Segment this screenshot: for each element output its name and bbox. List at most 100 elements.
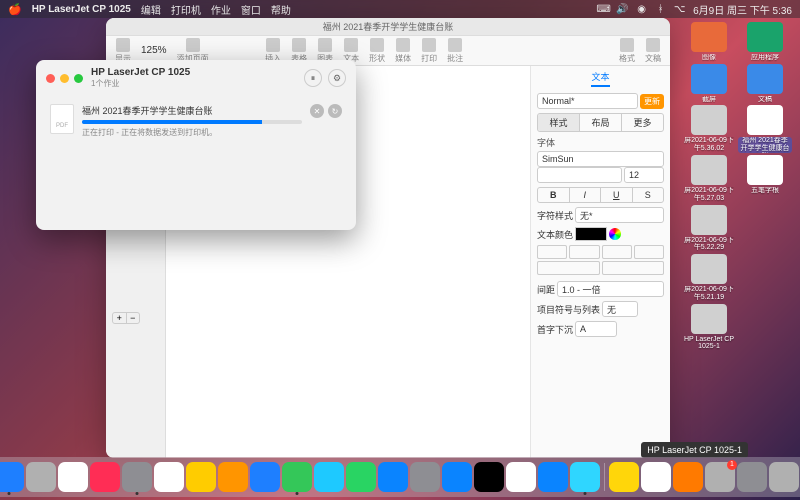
control-center-icon[interactable]: ⌥ xyxy=(674,4,685,15)
dock-app[interactable] xyxy=(410,462,440,492)
dock-app[interactable] xyxy=(609,462,639,492)
tab-more[interactable]: 更多 xyxy=(622,114,663,131)
tab-layout[interactable]: 布局 xyxy=(580,114,622,131)
job-cancel-button[interactable]: ✕ xyxy=(310,104,324,118)
dock-separator xyxy=(604,463,605,491)
file-icon xyxy=(747,22,783,52)
desktop-item[interactable]: 屏2021-06-09下午5.22.29 xyxy=(682,205,736,252)
desktop-item[interactable]: 屏2021-06-09下午5.21.19 xyxy=(682,254,736,301)
desktop-item[interactable]: 五笔字根 xyxy=(738,155,792,202)
dock-app[interactable] xyxy=(186,462,216,492)
app-name[interactable]: HP LaserJet CP 1025 xyxy=(32,4,131,15)
menu-window[interactable]: 窗口 xyxy=(241,2,261,17)
align-left[interactable] xyxy=(537,245,567,259)
bullets-select[interactable]: 无 xyxy=(602,301,638,317)
desktop-item[interactable]: HP LaserJet CP 1025-1 xyxy=(682,304,736,351)
dock-app[interactable] xyxy=(538,462,568,492)
dock-app[interactable] xyxy=(673,462,703,492)
dock-app[interactable] xyxy=(474,462,504,492)
insp-top-text[interactable]: 文本 xyxy=(591,70,609,87)
font-section-label: 字体 xyxy=(537,136,664,149)
dock-app[interactable] xyxy=(506,462,536,492)
file-label: HP LaserJet CP 1025-1 xyxy=(682,336,736,351)
dock-app[interactable] xyxy=(442,462,472,492)
desktop-item[interactable]: 文稿 xyxy=(738,64,792,104)
tab-style[interactable]: 样式 xyxy=(538,114,580,131)
underline-button[interactable]: U xyxy=(601,188,633,202)
tb-document[interactable]: 文稿 xyxy=(642,38,664,64)
menu-jobs[interactable]: 作业 xyxy=(211,2,231,17)
tb-shape[interactable]: 形状 xyxy=(366,38,388,64)
dock-app[interactable] xyxy=(0,462,24,492)
thumb-add-remove[interactable]: +− xyxy=(112,312,140,324)
desktop-item[interactable]: 截屏 xyxy=(682,64,736,104)
dock-app[interactable] xyxy=(314,462,344,492)
dock-app[interactable] xyxy=(378,462,408,492)
outdent[interactable] xyxy=(537,261,600,275)
dock-app[interactable] xyxy=(26,462,56,492)
dock-app[interactable] xyxy=(122,462,152,492)
file-icon xyxy=(747,64,783,94)
printer-settings-button[interactable]: ⚙ xyxy=(328,69,346,87)
font-weight-select[interactable] xyxy=(537,167,622,183)
tb-format[interactable]: 格式 xyxy=(616,38,638,64)
dock-app[interactable] xyxy=(769,462,799,492)
wifi-icon[interactable]: ◉ xyxy=(636,4,647,15)
align-right[interactable] xyxy=(602,245,632,259)
paragraph-style-select[interactable]: Normal* xyxy=(537,93,638,109)
strike-button[interactable]: S xyxy=(633,188,664,202)
align-center[interactable] xyxy=(569,245,599,259)
menubar-datetime[interactable]: 6月9日 周三 下午 5:36 xyxy=(693,2,792,17)
dock-app[interactable] xyxy=(737,462,767,492)
pages-window-title: 福州 2021春季开学学生健康台账 xyxy=(106,18,670,36)
dock-app[interactable] xyxy=(154,462,184,492)
job-refresh-button[interactable]: ↻ xyxy=(328,104,342,118)
file-icon xyxy=(691,22,727,52)
desktop-item[interactable]: 屏2021-06-09下午5.27.03 xyxy=(682,155,736,202)
dock-app[interactable] xyxy=(641,462,671,492)
dock-app[interactable] xyxy=(250,462,280,492)
file-icon xyxy=(691,304,727,334)
tb-print[interactable]: 打印 xyxy=(418,38,440,64)
bluetooth-icon[interactable]: ᚼ xyxy=(655,4,666,15)
indent[interactable] xyxy=(602,261,665,275)
input-method-icon[interactable]: ⌨ xyxy=(598,4,609,15)
tb-media[interactable]: 媒体 xyxy=(392,38,414,64)
font-family-select[interactable]: SimSun xyxy=(537,151,664,167)
dock-app[interactable]: 1 xyxy=(705,462,735,492)
zoom-button[interactable] xyxy=(74,74,83,83)
dock-app[interactable] xyxy=(218,462,248,492)
dock-app[interactable] xyxy=(58,462,88,492)
file-icon xyxy=(747,155,783,185)
menu-help[interactable]: 帮助 xyxy=(271,2,291,17)
close-button[interactable] xyxy=(46,74,55,83)
dock-app[interactable] xyxy=(570,462,600,492)
char-style-select[interactable]: 无* xyxy=(575,207,664,223)
job-status: 正在打印 - 正在将数据发送到打印机。 xyxy=(82,127,302,138)
update-style-button[interactable]: 更新 xyxy=(640,94,664,109)
spacing-select[interactable]: 1.0 - 一倍 xyxy=(557,281,664,297)
desktop-item[interactable]: 福州 2021春季开学学生健康台账 xyxy=(738,105,792,153)
dock-app[interactable] xyxy=(282,462,312,492)
minimize-button[interactable] xyxy=(60,74,69,83)
dock-app[interactable] xyxy=(90,462,120,492)
desktop-item[interactable]: 应用程序 xyxy=(738,22,792,62)
color-wheel-icon[interactable] xyxy=(609,228,621,240)
text-color-well[interactable] xyxy=(575,227,607,241)
tb-comment[interactable]: 批注 xyxy=(444,38,466,64)
volume-icon[interactable]: 🔊 xyxy=(617,4,628,15)
file-label: 屏2021-06-09下午5.22.29 xyxy=(682,237,736,252)
desktop-item[interactable]: 图像 xyxy=(682,22,736,62)
font-size-input[interactable]: 12 xyxy=(624,167,664,183)
desktop-item[interactable]: 屏2021-06-09下午5.36.02 xyxy=(682,105,736,153)
menu-printer[interactable]: 打印机 xyxy=(171,2,201,17)
dropcap-select[interactable]: A xyxy=(575,321,617,337)
align-justify[interactable] xyxy=(634,245,664,259)
pause-all-button[interactable]: ⏸ xyxy=(304,69,322,87)
apple-menu[interactable]: 🍎 xyxy=(8,3,22,16)
tb-zoom[interactable]: 125% xyxy=(138,45,170,56)
italic-button[interactable]: I xyxy=(570,188,602,202)
menu-edit[interactable]: 编辑 xyxy=(141,2,161,17)
bold-button[interactable]: B xyxy=(538,188,570,202)
dock-app[interactable] xyxy=(346,462,376,492)
